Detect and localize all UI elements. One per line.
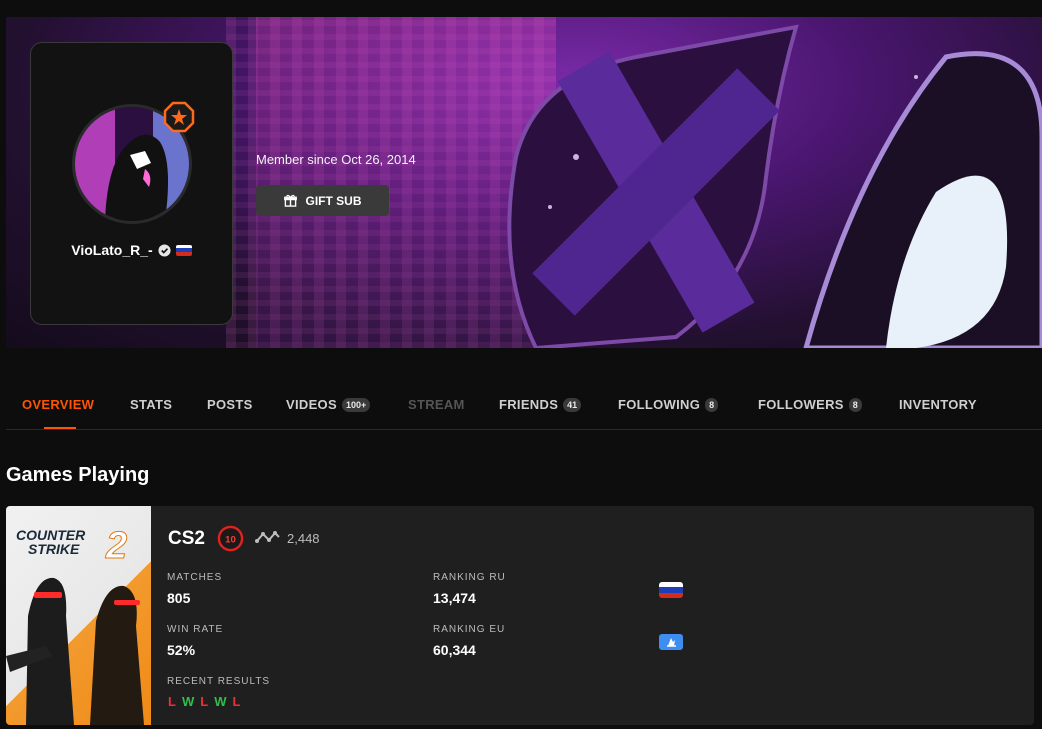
- win-rate-label: WIN RATE: [167, 624, 224, 635]
- section-title: Games Playing: [6, 464, 150, 486]
- ranking-eu-label: RANKING EU: [433, 624, 506, 635]
- europe-region-icon: [659, 634, 683, 650]
- game-card[interactable]: COUNTER STRIKE 2 CS2 10 2,448 MATCHES 80…: [6, 506, 1034, 725]
- gift-sub-label: GIFT SUB: [305, 193, 362, 208]
- matches-value: 805: [167, 590, 191, 606]
- ranking-ru-label: RANKING RU: [433, 572, 506, 583]
- banner-art: [507, 24, 1042, 348]
- game-title[interactable]: CS2: [168, 528, 205, 550]
- tab-stream[interactable]: STREAM: [408, 397, 465, 412]
- verified-check-icon: [158, 243, 171, 257]
- elo-value: 2,448: [287, 531, 320, 546]
- profile-tabs: OVERVIEW STATS POSTS VIDEOS 100+ STREAM …: [6, 382, 1042, 430]
- active-tab-indicator: [44, 427, 76, 429]
- win-rate-value: 52%: [167, 642, 196, 658]
- ranking-ru-value[interactable]: 13,474: [433, 590, 476, 606]
- cover-title-line2: STRIKE: [28, 541, 80, 557]
- gift-sub-button[interactable]: GIFT SUB: [256, 185, 389, 216]
- result-item: L: [232, 694, 241, 709]
- russia-flag-icon: [659, 582, 683, 598]
- recent-results-label: RECENT RESULTS: [167, 676, 271, 687]
- tab-videos[interactable]: VIDEOS 100+: [286, 397, 371, 412]
- videos-count-badge: 100+: [341, 397, 371, 412]
- profile-card: VioLato_R_-: [30, 42, 233, 325]
- cover-title-number: 2: [105, 525, 127, 567]
- matches-label: MATCHES: [167, 572, 223, 583]
- tab-stats[interactable]: STATS: [130, 397, 172, 412]
- result-item: W: [214, 694, 227, 709]
- skill-level-icon: 10: [217, 525, 244, 552]
- skill-level-value: 10: [225, 534, 236, 545]
- profile-name[interactable]: VioLato_R_-: [71, 242, 152, 258]
- russia-flag-icon: [175, 244, 192, 256]
- star-level-badge-icon: [163, 101, 195, 133]
- tab-inventory[interactable]: INVENTORY: [899, 397, 977, 412]
- friends-count-badge: 41: [563, 397, 582, 412]
- tab-following[interactable]: FOLLOWING 8: [618, 397, 719, 412]
- tab-friends[interactable]: FRIENDS 41: [499, 397, 582, 412]
- member-since: Member since Oct 26, 2014: [256, 152, 416, 167]
- result-item: L: [168, 694, 176, 709]
- result-item: L: [200, 694, 209, 709]
- tab-followers[interactable]: FOLLOWERS 8: [758, 397, 862, 412]
- result-item: W: [181, 694, 195, 709]
- tab-overview[interactable]: OVERVIEW: [22, 397, 94, 412]
- gift-icon: [283, 194, 297, 207]
- following-count-badge: 8: [705, 397, 719, 412]
- tab-posts[interactable]: POSTS: [207, 397, 253, 412]
- ranking-eu-value[interactable]: 60,344: [433, 642, 476, 658]
- elo-icon: [255, 531, 280, 543]
- followers-count-badge: 8: [848, 397, 862, 412]
- cs2-cover-image[interactable]: COUNTER STRIKE 2: [6, 506, 151, 725]
- recent-results: L W L W L: [168, 694, 240, 709]
